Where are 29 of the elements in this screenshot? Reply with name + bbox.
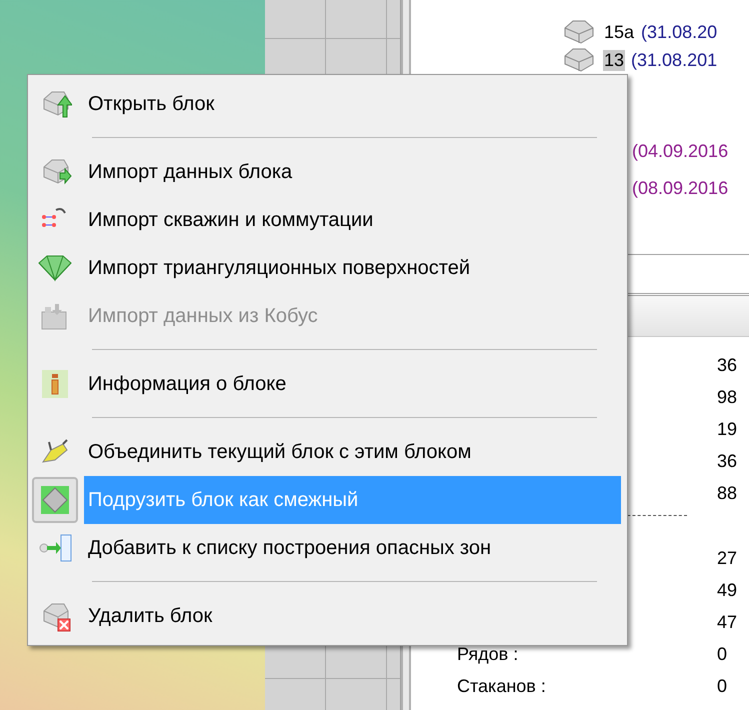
property-value: 27 bbox=[717, 548, 738, 568]
property-value: 98 bbox=[717, 386, 738, 408]
property-value: 0 bbox=[717, 676, 728, 696]
property-label: Стаканов : bbox=[457, 676, 546, 696]
property-value: 19 bbox=[717, 418, 738, 440]
triangulated-surface-icon bbox=[37, 253, 73, 283]
info-icon bbox=[40, 368, 70, 400]
menu-item[interactable]: Открыть блок bbox=[84, 80, 621, 128]
menu-item[interactable]: Объединить текущий блок с этим блоком bbox=[84, 428, 621, 476]
tree-node-date: (04.09.2016 bbox=[632, 140, 728, 162]
menu-item[interactable]: Импорт скважин и коммутации bbox=[84, 196, 621, 244]
property-label: Рядов : bbox=[457, 644, 518, 664]
property-value: 0 bbox=[717, 644, 728, 664]
tree-node-date: (08.09.2016 bbox=[632, 178, 728, 198]
list-arrow-icon bbox=[38, 533, 72, 563]
menu-item[interactable]: Импорт данных блока bbox=[84, 148, 621, 196]
tree-node-label[interactable]: 15а bbox=[603, 22, 636, 42]
tree-node-label[interactable]: 13 bbox=[603, 50, 626, 70]
menu-item[interactable]: Удалить блок bbox=[84, 592, 621, 640]
property-value: 88 bbox=[717, 482, 738, 504]
menu-item[interactable]: Добавить к списку построения опасных зон bbox=[84, 524, 621, 572]
tree-node-date: (31.08.20 bbox=[641, 22, 718, 42]
property-value: 49 bbox=[717, 580, 738, 600]
menu-item[interactable]: Информация о блоке bbox=[84, 360, 621, 408]
property-value: 47 bbox=[717, 612, 738, 632]
menu-item[interactable]: Импорт триангуляционных поверхностей bbox=[84, 244, 621, 292]
tree-node-date: (31.08.201 bbox=[631, 50, 718, 70]
property-value: 36 bbox=[717, 354, 738, 376]
property-value: 36 bbox=[717, 450, 738, 472]
